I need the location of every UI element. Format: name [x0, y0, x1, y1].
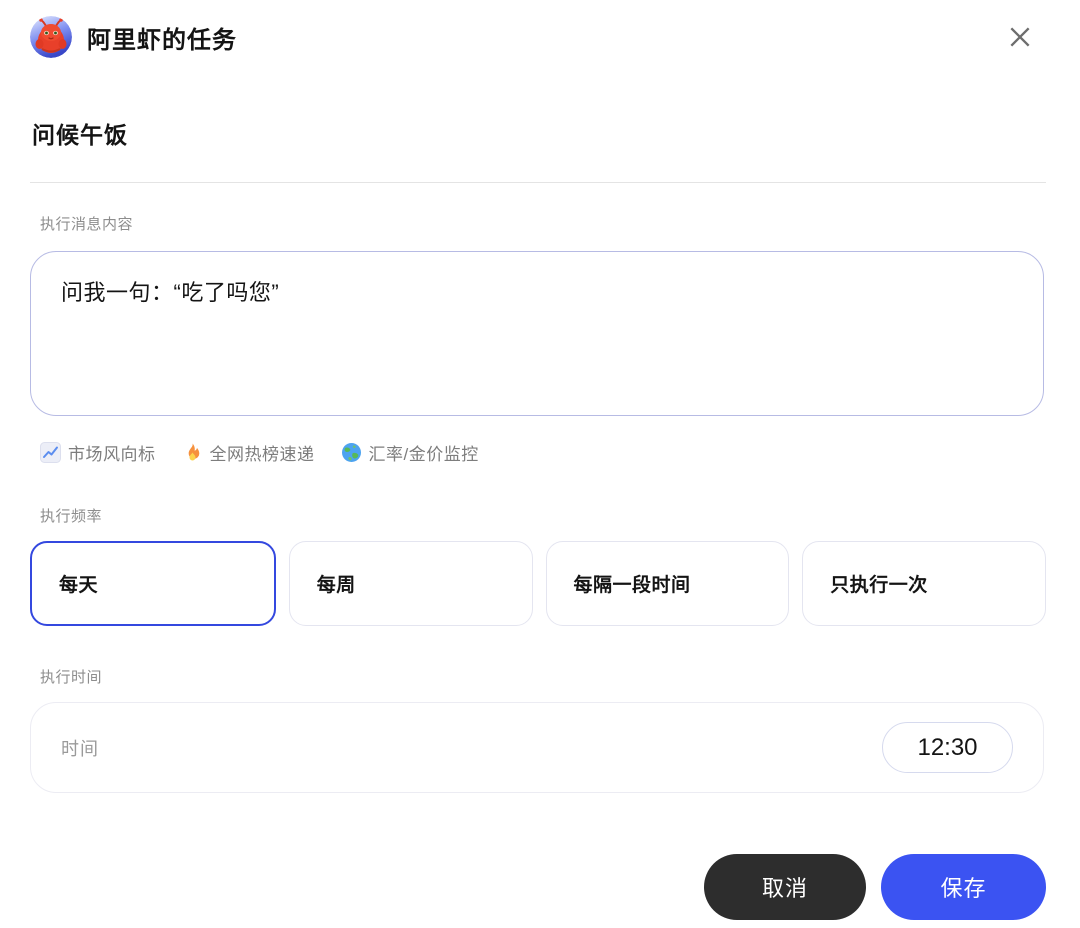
fire-icon [182, 442, 203, 463]
suggestion-chips: 市场风向标 全网热榜速递 汇率/金价监控 [40, 440, 1046, 465]
chip-label: 全网热榜速递 [209, 445, 315, 464]
chip-exchange-rate[interactable]: 汇率/金价监控 [341, 440, 479, 465]
frequency-option-weekly[interactable]: 每周 [288, 541, 533, 626]
dialog-title: 阿里虾的任务 [87, 26, 237, 54]
shrimp-avatar [30, 16, 72, 58]
chip-market-trend[interactable]: 市场风向标 [40, 440, 156, 465]
frequency-label: 执行频率 [40, 508, 103, 525]
time-field-label: 时间 [61, 738, 99, 759]
save-button[interactable]: 保存 [881, 854, 1046, 920]
cancel-button[interactable]: 取消 [704, 854, 866, 920]
frequency-option-daily[interactable]: 每天 [30, 541, 276, 626]
time-picker[interactable]: 12:30 [882, 722, 1013, 773]
dialog-header: 阿里虾的任务 [30, 14, 1046, 60]
task-dialog: 阿里虾的任务 问候午饭 执行消息内容 问我一句：“吃了吗您” 市场风向标 全网热… [0, 0, 1080, 928]
divider [30, 182, 1046, 183]
chip-label: 市场风向标 [68, 445, 156, 464]
frequency-option-interval[interactable]: 每隔一段时间 [545, 541, 790, 626]
close-button[interactable] [1002, 19, 1038, 55]
task-name: 问候午饭 [32, 122, 128, 148]
globe-icon [341, 442, 362, 463]
message-label: 执行消息内容 [40, 216, 134, 233]
dialog-footer: 取消 保存 [704, 854, 1046, 920]
frequency-option-once[interactable]: 只执行一次 [802, 541, 1046, 626]
chart-icon [40, 442, 61, 463]
time-section-label: 执行时间 [40, 669, 103, 686]
close-icon [1010, 27, 1030, 47]
time-row: 时间 12:30 [30, 702, 1044, 793]
chip-label: 汇率/金价监控 [368, 445, 479, 464]
message-input[interactable]: 问我一句：“吃了吗您” [30, 251, 1044, 416]
chip-hot-list[interactable]: 全网热榜速递 [182, 440, 315, 465]
frequency-options: 每天 每周 每隔一段时间 只执行一次 [30, 541, 1046, 626]
